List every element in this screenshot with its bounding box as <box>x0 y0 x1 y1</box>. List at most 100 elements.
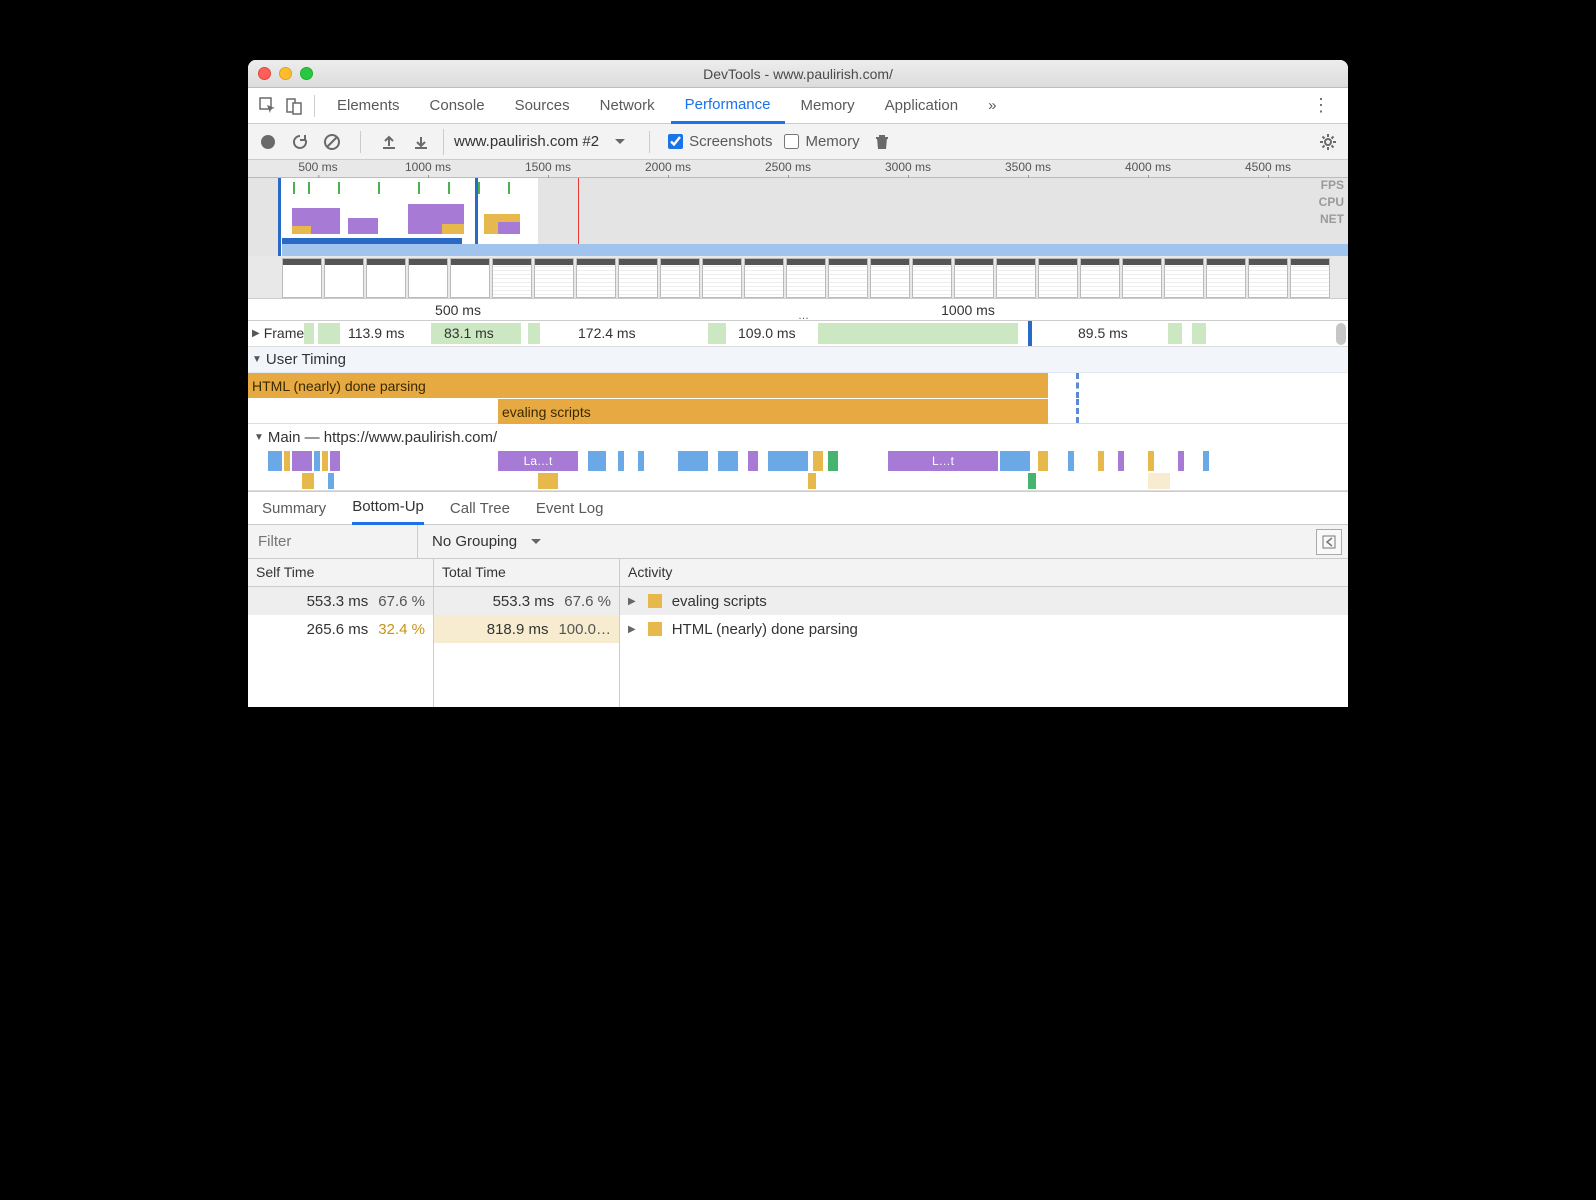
overview-ruler[interactable]: 500 ms 1000 ms 1500 ms 2000 ms 2500 ms 3… <box>248 160 1348 178</box>
capture-settings-icon[interactable] <box>1318 132 1338 152</box>
overview-body[interactable]: FPS CPU NET <box>248 178 1348 256</box>
screenshot-thumb[interactable] <box>912 258 952 298</box>
screenshot-thumb[interactable] <box>282 258 322 298</box>
chevron-right-icon[interactable]: ▶ <box>628 596 636 607</box>
screenshot-thumb[interactable] <box>1122 258 1162 298</box>
clear-button[interactable] <box>322 132 342 152</box>
tab-summary[interactable]: Summary <box>262 500 326 517</box>
total-time-cell[interactable]: 553.3 ms 67.6 % <box>434 587 619 615</box>
heaviest-stack-toggle-icon[interactable] <box>1316 529 1342 555</box>
screenshot-thumb[interactable] <box>534 258 574 298</box>
screenshot-thumb[interactable] <box>1248 258 1288 298</box>
screenshot-thumb[interactable] <box>492 258 532 298</box>
overview-panel[interactable]: 500 ms 1000 ms 1500 ms 2000 ms 2500 ms 3… <box>248 160 1348 299</box>
reload-button[interactable] <box>290 132 310 152</box>
separator <box>314 95 315 117</box>
device-toggle-icon[interactable] <box>282 94 306 118</box>
tab-elements[interactable]: Elements <box>323 88 414 124</box>
flamechart-ruler[interactable]: 500 ms 1000 ms … <box>248 299 1348 321</box>
current-time-marker[interactable] <box>1028 321 1032 346</box>
scrollbar-thumb[interactable] <box>1336 323 1346 345</box>
chevron-right-icon[interactable]: ▶ <box>252 328 260 339</box>
screenshots-input[interactable] <box>668 134 683 149</box>
screenshot-thumb[interactable] <box>744 258 784 298</box>
profile-name: www.paulirish.com #2 <box>454 133 599 150</box>
window-title: DevTools - www.paulirish.com/ <box>248 66 1348 82</box>
overview-handle-left[interactable] <box>278 178 281 256</box>
fps-label: FPS <box>1319 178 1344 192</box>
screenshot-thumb[interactable] <box>702 258 742 298</box>
activity-cell[interactable]: ▶ evaling scripts <box>620 587 1348 615</box>
screenshot-thumb[interactable] <box>1206 258 1246 298</box>
filter-input[interactable] <box>248 525 418 558</box>
separator <box>360 131 361 153</box>
screenshot-thumb[interactable] <box>450 258 490 298</box>
memory-input[interactable] <box>784 134 799 149</box>
screenshot-thumb[interactable] <box>576 258 616 298</box>
screenshot-thumb[interactable] <box>618 258 658 298</box>
screenshot-thumb[interactable] <box>786 258 826 298</box>
tab-performance[interactable]: Performance <box>671 88 785 124</box>
ruler-tick: 1000 ms <box>941 302 995 318</box>
total-time-cell[interactable]: 818.9 ms 100.0… <box>434 615 619 643</box>
memory-checkbox[interactable]: Memory <box>784 133 859 150</box>
inspect-icon[interactable] <box>256 94 280 118</box>
tab-call-tree[interactable]: Call Tree <box>450 500 510 517</box>
flame-row-2[interactable] <box>248 472 1348 490</box>
col-activity[interactable]: Activity <box>620 559 1348 586</box>
save-profile-icon[interactable] <box>411 132 431 152</box>
screenshot-thumb[interactable] <box>1038 258 1078 298</box>
tab-sources[interactable]: Sources <box>501 88 584 124</box>
user-timing-track[interactable]: ▼ User Timing HTML (nearly) done parsing… <box>248 347 1348 424</box>
timing-bar-html-parse[interactable]: HTML (nearly) done parsing <box>248 373 1048 398</box>
self-time-cell[interactable]: 553.3 ms 67.6 % <box>248 587 433 615</box>
screenshot-thumb[interactable] <box>1290 258 1330 298</box>
screenshot-thumb[interactable] <box>366 258 406 298</box>
main-thread-track[interactable]: ▼ Main — https://www.paulirish.com/ La…t… <box>248 424 1348 491</box>
tab-memory[interactable]: Memory <box>787 88 869 124</box>
filmstrip[interactable] <box>248 256 1348 298</box>
chevron-down-icon[interactable]: ▼ <box>254 432 264 443</box>
tab-event-log[interactable]: Event Log <box>536 500 604 517</box>
ov-tick: 4000 ms <box>1125 160 1171 174</box>
profile-select[interactable]: www.paulirish.com #2 <box>443 129 631 155</box>
kebab-menu-icon[interactable]: ⋮ <box>1302 95 1340 116</box>
screenshot-thumb[interactable] <box>996 258 1036 298</box>
chevron-down-icon[interactable]: ▼ <box>252 354 262 365</box>
tab-application[interactable]: Application <box>871 88 972 124</box>
screenshot-thumb[interactable] <box>408 258 448 298</box>
details-tabs: Summary Bottom-Up Call Tree Event Log <box>248 491 1348 525</box>
screenshot-thumb[interactable] <box>1164 258 1204 298</box>
garbage-collect-icon[interactable] <box>872 132 892 152</box>
total-ms: 553.3 ms <box>493 593 555 610</box>
screenshot-thumb[interactable] <box>954 258 994 298</box>
col-self-time[interactable]: Self Time <box>248 559 434 586</box>
flame-row[interactable]: La…t L…t <box>248 450 1348 472</box>
timing-bar-evaling[interactable]: evaling scripts <box>498 399 1048 424</box>
screenshot-thumb[interactable] <box>870 258 910 298</box>
tabs-overflow-icon[interactable]: » <box>974 88 1010 124</box>
dashed-marker <box>1076 399 1079 423</box>
flame-segment[interactable]: L…t <box>888 451 998 471</box>
tab-console[interactable]: Console <box>416 88 499 124</box>
tab-bottom-up[interactable]: Bottom-Up <box>352 491 424 525</box>
main-thread-label: Main — https://www.paulirish.com/ <box>268 429 497 446</box>
activity-cell[interactable]: ▶ HTML (nearly) done parsing <box>620 615 1348 643</box>
screenshot-thumb[interactable] <box>1080 258 1120 298</box>
screenshot-thumb[interactable] <box>324 258 364 298</box>
tab-network[interactable]: Network <box>586 88 669 124</box>
flame-segment[interactable]: La…t <box>498 451 578 471</box>
self-time-cell[interactable]: 265.6 ms 32.4 % <box>248 615 433 643</box>
grouping-select[interactable]: No Grouping <box>418 533 555 550</box>
self-ms: 265.6 ms <box>307 621 369 638</box>
record-button[interactable] <box>258 132 278 152</box>
screenshot-thumb[interactable] <box>828 258 868 298</box>
screenshot-thumb[interactable] <box>660 258 700 298</box>
chevron-right-icon[interactable]: ▶ <box>628 624 636 635</box>
titlebar[interactable]: DevTools - www.paulirish.com/ <box>248 60 1348 88</box>
col-total-time[interactable]: Total Time <box>434 559 620 586</box>
frames-track[interactable]: ▶ Frames 113.9 ms 83.1 ms 172.4 ms 109.0… <box>248 321 1348 347</box>
screenshots-checkbox[interactable]: Screenshots <box>668 133 772 150</box>
ov-tick: 1500 ms <box>525 160 571 174</box>
load-profile-icon[interactable] <box>379 132 399 152</box>
